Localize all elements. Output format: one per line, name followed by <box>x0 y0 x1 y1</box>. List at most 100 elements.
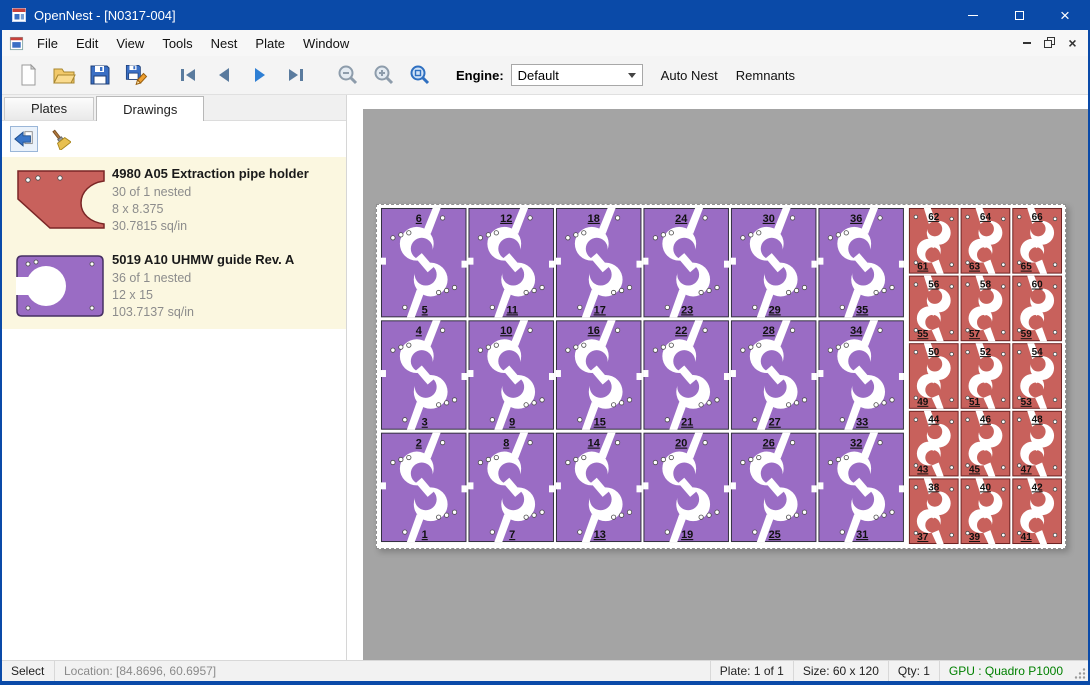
part-number: 27 <box>769 417 781 429</box>
save-as-button[interactable] <box>120 59 152 91</box>
nest-part-pair[interactable]: 2019 <box>643 433 729 542</box>
mdi-close-button[interactable]: × <box>1061 32 1084 54</box>
drawing-area: 30.7815 sq/in <box>112 218 309 235</box>
remnants-button[interactable]: Remnants <box>736 68 795 83</box>
part-pair-shape <box>381 433 467 542</box>
nest-part-pair[interactable]: 21 <box>381 433 467 542</box>
nav-next-icon <box>248 63 272 87</box>
menu-file[interactable]: File <box>28 31 67 56</box>
nest-viewport[interactable]: 6512111817242330293635431091615222128273… <box>363 109 1088 660</box>
nest-part-pair[interactable]: 87 <box>468 433 554 542</box>
close-button[interactable]: × <box>1042 0 1088 30</box>
nest-part-pair[interactable]: 2221 <box>643 320 729 429</box>
nest-part-pair[interactable]: 1211 <box>468 208 554 317</box>
nest-part-pair[interactable]: 4847 <box>1013 411 1062 477</box>
zoom-in-button[interactable] <box>368 59 400 91</box>
part-number: 62 <box>928 212 940 223</box>
nest-part-pair[interactable]: 4241 <box>1013 478 1062 544</box>
status-plate-size: Size: 60 x 120 <box>794 664 888 678</box>
nest-part-pair[interactable]: 6059 <box>1013 276 1062 342</box>
nest-part-pair[interactable]: 28 27 <box>731 320 817 429</box>
nest-plate[interactable]: 6512111817242330293635431091615222128273… <box>376 204 1066 549</box>
nest-part-pair[interactable]: 5655 <box>909 276 958 342</box>
menu-window[interactable]: Window <box>294 31 358 56</box>
nest-part-pair[interactable]: 4645 <box>961 411 1010 477</box>
nav-next-button[interactable] <box>244 59 276 91</box>
engine-select[interactable]: Default <box>511 64 643 86</box>
nest-part-pair[interactable]: 4443 <box>909 411 958 477</box>
nest-part-pair[interactable]: 6463 <box>961 208 1010 274</box>
nest-part-pair[interactable]: 5453 <box>1013 343 1062 409</box>
nest-part-pair[interactable]: 5049 <box>909 343 958 409</box>
menu-edit[interactable]: Edit <box>67 31 107 56</box>
tab-drawings[interactable]: Drawings <box>96 96 204 121</box>
nest-part-pair[interactable]: 6261 <box>909 208 958 274</box>
open-button[interactable] <box>48 59 80 91</box>
part-number: 43 <box>917 464 929 475</box>
part-number: 13 <box>594 529 606 541</box>
title-bar[interactable]: OpenNest - [N0317-004] × <box>2 0 1088 30</box>
open-folder-icon <box>52 63 76 87</box>
chevron-down-icon <box>628 73 636 78</box>
mdi-window-controls: × <box>1015 32 1084 54</box>
nest-part-pair[interactable]: 3635 <box>818 208 904 317</box>
nest-part-pair[interactable]: 3837 <box>909 478 958 544</box>
return-drawing-button[interactable] <box>10 126 38 152</box>
nav-first-icon <box>176 63 200 87</box>
menu-view[interactable]: View <box>107 31 153 56</box>
save-button[interactable] <box>84 59 116 91</box>
new-document-button[interactable] <box>12 59 44 91</box>
nest-part-pair[interactable]: 2625 <box>731 433 817 542</box>
nest-part-pair[interactable]: 1413 <box>556 433 642 542</box>
maximize-button[interactable] <box>996 0 1042 30</box>
part-number: 25 <box>769 529 781 541</box>
drawing-list-item[interactable]: 4980 A05 Extraction pipe holder 30 of 1 … <box>2 157 346 243</box>
nest-part-pair[interactable]: 1817 <box>556 208 642 317</box>
drawing-size: 8 x 8.375 <box>112 201 309 218</box>
document-icon[interactable] <box>9 36 24 51</box>
part-pair-shape <box>381 208 467 317</box>
status-location: Location: [84.8696, 60.6957] <box>55 664 225 678</box>
nest-part-pair[interactable]: 109 <box>468 320 554 429</box>
nav-last-button[interactable] <box>280 59 312 91</box>
drawing-size: 12 x 15 <box>112 287 294 304</box>
zoom-out-button[interactable] <box>332 59 364 91</box>
menu-plate[interactable]: Plate <box>246 31 294 56</box>
part-number: 28 <box>763 325 775 337</box>
main-toolbar: Engine: Default Auto Nest Remnants <box>2 56 1088 95</box>
drawing-list-item[interactable]: 5019 A10 UHMW guide Rev. A 36 of 1 neste… <box>2 243 346 329</box>
mdi-restore-button[interactable] <box>1038 32 1061 54</box>
menu-nest[interactable]: Nest <box>202 31 247 56</box>
mdi-minimize-button[interactable] <box>1015 32 1038 54</box>
nest-part-pair[interactable]: 1615 <box>556 320 642 429</box>
clean-button[interactable] <box>46 126 74 152</box>
menu-tools[interactable]: Tools <box>153 31 201 56</box>
nest-part-pair[interactable]: 2423 <box>643 208 729 317</box>
drawing-area: 103.7137 sq/in <box>112 304 294 321</box>
part-number: 66 <box>1032 212 1044 223</box>
part-number: 59 <box>1021 329 1033 340</box>
tab-plates[interactable]: Plates <box>4 97 94 120</box>
part-number: 5 <box>422 304 428 316</box>
resize-grip[interactable] <box>1072 661 1088 681</box>
part-number: 34 <box>850 325 863 337</box>
part-number: 11 <box>506 304 518 316</box>
nest-part-pair[interactable]: 5857 <box>961 276 1010 342</box>
nest-part-pair[interactable]: 65 <box>381 208 467 317</box>
nav-first-button[interactable] <box>172 59 204 91</box>
nest-part-pair[interactable]: 43 <box>381 320 467 429</box>
nest-part-pair[interactable]: 3231 <box>818 433 904 542</box>
drawing-list: 4980 A05 Extraction pipe holder 30 of 1 … <box>2 157 346 660</box>
zoom-fit-button[interactable] <box>404 59 436 91</box>
nest-part-pair[interactable]: 3433 <box>818 320 904 429</box>
nav-previous-button[interactable] <box>208 59 240 91</box>
minimize-button[interactable] <box>950 0 996 30</box>
nest-part-pair[interactable]: 6665 <box>1013 208 1062 274</box>
zoom-fit-icon <box>408 63 432 87</box>
auto-nest-button[interactable]: Auto Nest <box>661 68 718 83</box>
nest-part-pair[interactable]: 4039 <box>961 478 1010 544</box>
part-number: 23 <box>681 304 693 316</box>
nest-part-pair[interactable]: 5251 <box>961 343 1010 409</box>
part-number: 38 <box>928 482 940 493</box>
nest-part-pair[interactable]: 3029 <box>731 208 817 317</box>
